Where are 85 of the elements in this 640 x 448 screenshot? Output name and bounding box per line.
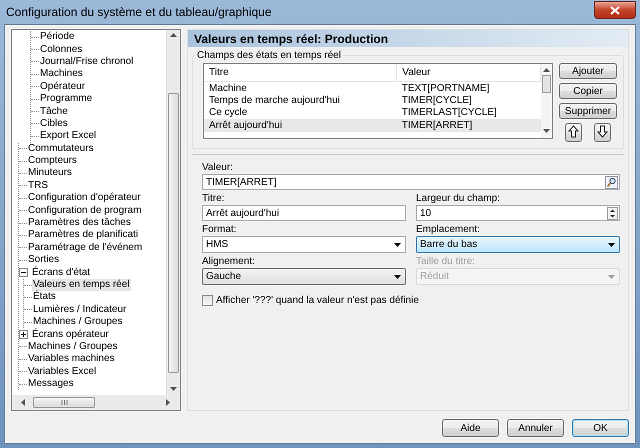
tree-item[interactable]: Minuteurs [27, 167, 73, 180]
scroll-up-icon[interactable] [170, 32, 177, 39]
spinner-arrows-icon[interactable] [607, 206, 618, 220]
tree-item[interactable]: Messages [27, 378, 75, 390]
field-label: Taille du titre: [416, 256, 476, 267]
column-header[interactable]: Valeur [396, 64, 540, 82]
tree-item[interactable]: Valeurs en temps réel [32, 279, 131, 291]
tree-item[interactable]: Machines [39, 68, 84, 80]
table-cell[interactable]: TEXT[PORTNAME] [396, 82, 540, 94]
checkbox-label: Afficher '???' quand la valeur n'est pas définie [216, 295, 419, 306]
field-label: Emplacement: [416, 224, 481, 235]
grip-icon [60, 400, 68, 405]
column-header[interactable]: Titre [204, 64, 397, 82]
action-button[interactable]: Copier [559, 83, 617, 99]
table-cell[interactable]: Ce cycle [204, 106, 397, 119]
action-button[interactable]: Supprimer [559, 103, 617, 119]
table-cell[interactable]: Arrêt aujourd'hui [204, 119, 397, 132]
checkbox[interactable] [202, 295, 213, 306]
vertical-scrollbar[interactable] [166, 30, 180, 395]
search-icon[interactable] [605, 176, 618, 188]
tree-item[interactable]: Machines / Groupes [27, 340, 118, 353]
collapse-icon[interactable] [19, 268, 28, 278]
tree-item[interactable]: Lumières / Indicateur [32, 304, 128, 316]
number-spinner[interactable]: 10 [416, 205, 620, 221]
tree-item[interactable]: Colonnes [39, 44, 84, 56]
tree-item[interactable]: Configuration de program [27, 204, 142, 217]
expand-icon[interactable] [19, 330, 28, 340]
panel-header: Valeurs en temps réel: Production [188, 30, 628, 47]
tree-item[interactable]: Tâche [39, 106, 69, 118]
tree-item[interactable]: Configuration d'opérateur [27, 192, 142, 204]
caret-icon [394, 274, 401, 278]
scroll-thumb[interactable] [542, 74, 551, 92]
dialog-button[interactable]: Annuler [507, 419, 564, 437]
tree-item[interactable]: Écrans opérateur [31, 328, 110, 341]
table-cell[interactable]: Machine [204, 82, 397, 94]
caret-icon [394, 242, 401, 246]
dropdown[interactable]: Barre du bas [416, 236, 620, 253]
dialog-button[interactable]: Aide [442, 419, 499, 437]
tree-item[interactable]: Variables Excel [27, 366, 98, 378]
table-cell[interactable]: TIMERLAST[CYCLE] [396, 106, 540, 119]
tree-item[interactable]: Compteurs [27, 155, 78, 168]
field-label: Largeur du champ: [416, 193, 501, 204]
dropdown[interactable]: Gauche [202, 268, 406, 285]
input-field[interactable]: Arrêt aujourd'hui [202, 205, 406, 221]
action-button[interactable]: Ajouter [559, 63, 617, 79]
scroll-down-icon[interactable] [543, 128, 550, 135]
tree-item[interactable]: Export Excel [39, 130, 98, 142]
caret-icon [608, 274, 615, 278]
move-down-button[interactable] [594, 123, 611, 142]
dialog-button[interactable]: OK [572, 419, 629, 437]
tree-item[interactable]: Machines / Groupes [32, 316, 124, 328]
table-cell[interactable]: TIMER[ARRET] [396, 119, 540, 132]
group-label: Champs des états en temps réel [196, 50, 342, 61]
tree-item[interactable]: Paramétrage de l'événem [27, 242, 144, 254]
tree-item[interactable]: Opérateur [39, 80, 86, 93]
scroll-thumb[interactable] [168, 92, 179, 372]
tree-item[interactable]: Paramètres de planificati [27, 229, 140, 242]
tree-item[interactable]: Paramètres des tâches [27, 217, 132, 230]
scroll-right-icon[interactable] [165, 399, 172, 406]
dropdown[interactable]: HMS [202, 236, 406, 253]
scroll-thumb[interactable] [33, 397, 95, 408]
field-label: Valeur: [202, 162, 234, 173]
tree-item[interactable]: États [32, 291, 57, 304]
input-field[interactable]: TIMER[ARRET] [202, 174, 620, 190]
scroll-left-icon[interactable] [20, 399, 27, 406]
close-button[interactable] [594, 1, 636, 19]
tree-item[interactable]: Journal/Frise chronol [39, 56, 134, 68]
caret-icon [608, 242, 615, 246]
tree-item[interactable]: Période [39, 31, 76, 44]
tree-item[interactable]: Cibles [39, 118, 69, 130]
field-label: Alignement: [202, 256, 256, 267]
tree-item[interactable]: Variables machines [27, 353, 116, 366]
window-title: Configuration du système et du tableau/graphique [6, 5, 272, 19]
field-label: Titre: [202, 193, 226, 204]
tree-item[interactable]: Commutateurs [27, 142, 95, 155]
scroll-down-icon[interactable] [170, 386, 177, 393]
tree-item[interactable]: Programme [39, 93, 94, 106]
tree-item[interactable]: Sorties [27, 254, 60, 266]
horizontal-scrollbar[interactable] [12, 395, 180, 410]
tree-item[interactable]: Écrans d'état [31, 266, 92, 279]
field-label: Format: [202, 224, 238, 235]
move-up-button[interactable] [565, 123, 582, 142]
list-scrollbar[interactable] [541, 64, 552, 138]
close-icon [610, 6, 620, 14]
tree-item[interactable]: TRS [27, 180, 49, 192]
